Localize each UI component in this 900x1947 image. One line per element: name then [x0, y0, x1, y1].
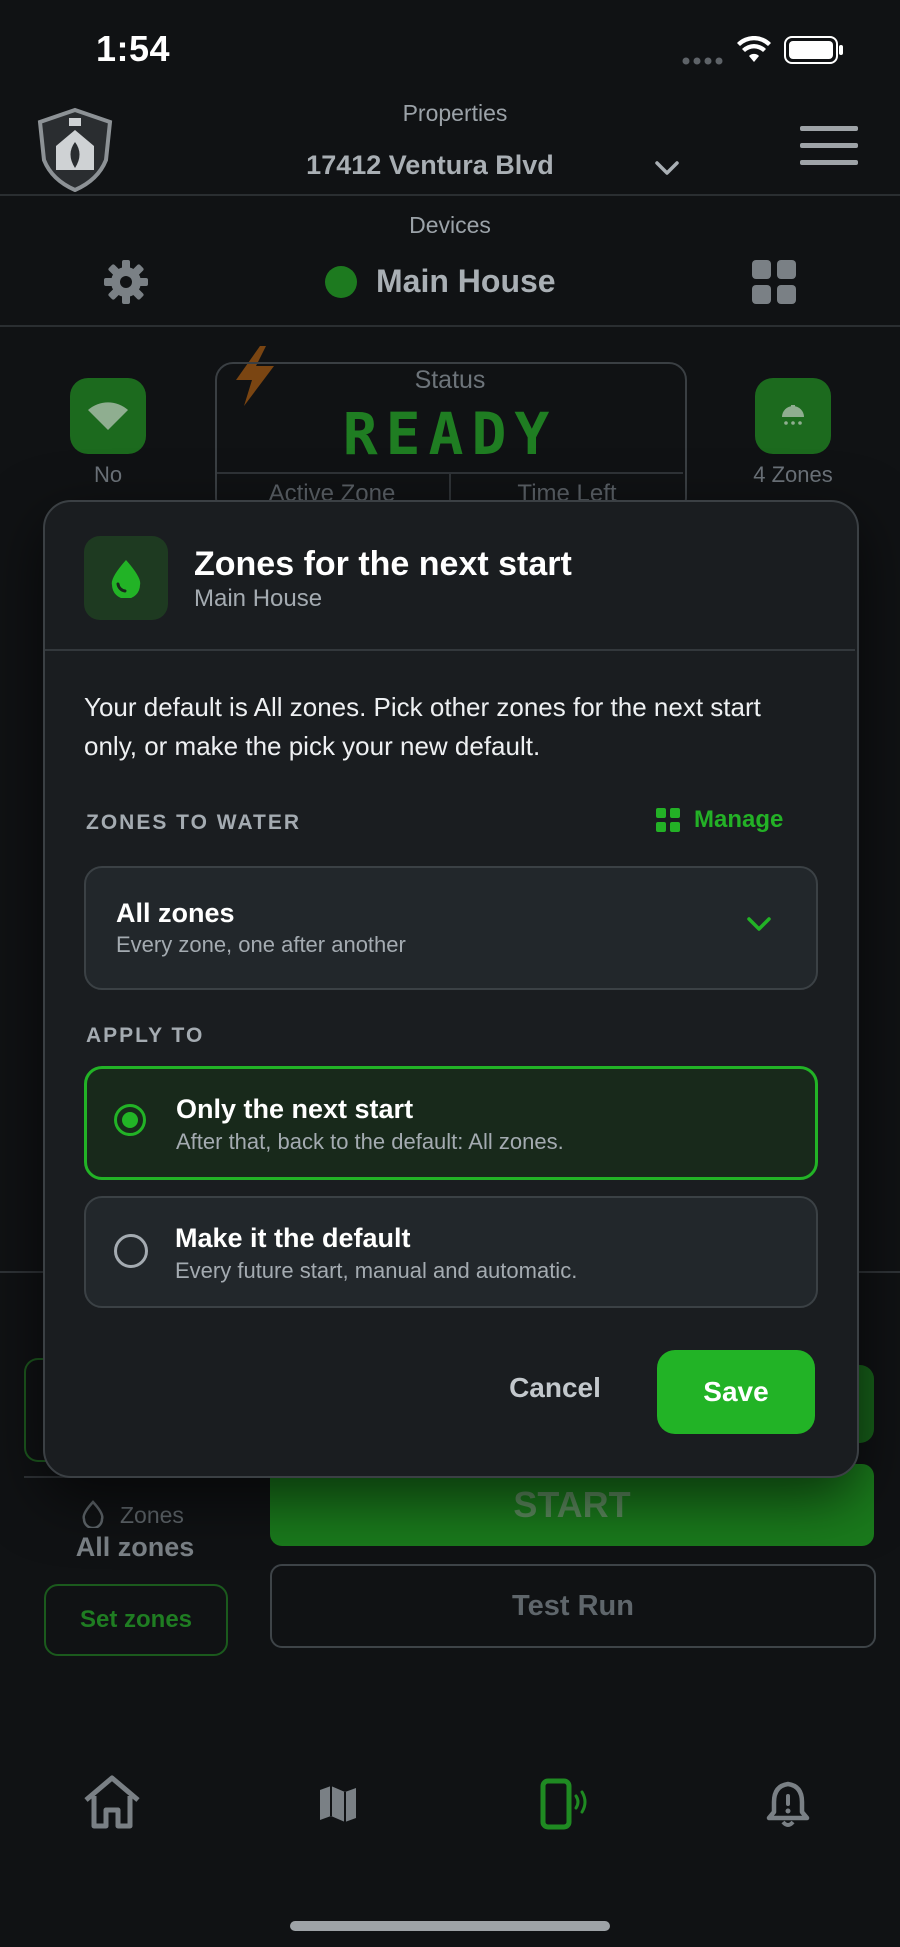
gear-icon[interactable] [102, 258, 150, 306]
alert-bell-icon[interactable] [766, 1780, 810, 1828]
water-drop-icon [111, 560, 141, 598]
grid-icon [656, 808, 680, 832]
zones-select-description: Every zone, one after another [116, 932, 406, 957]
modal-icon-tile [84, 536, 168, 620]
manage-label: Manage [694, 806, 784, 833]
hamburger-menu-icon[interactable] [800, 126, 858, 166]
status-time: 1:54 [96, 28, 171, 69]
cancel-button[interactable]: Cancel [490, 1372, 620, 1412]
zones-tile[interactable] [755, 378, 831, 454]
devices-divider [0, 325, 900, 327]
set-zones-button[interactable]: Set zones [44, 1584, 228, 1656]
radio-unselected[interactable] [114, 1234, 148, 1268]
header-divider [0, 194, 900, 196]
wifi-status-label: No [93, 462, 123, 487]
radio-selected[interactable] [114, 1104, 146, 1136]
modal-divider [45, 649, 855, 651]
zones-to-water-label: ZONES TO WATER [86, 811, 302, 834]
option-make-default-description: Every future start, manual and automatic… [175, 1258, 578, 1283]
devices-label: Devices [409, 212, 491, 238]
option-next-start-description: After that, back to the default: All zon… [176, 1129, 564, 1154]
battery-icon [784, 36, 844, 64]
zones-count-label: 4 Zones [753, 462, 833, 487]
active-zone-label: Active Zone [268, 480, 396, 500]
map-icon[interactable] [318, 1784, 358, 1824]
modal-title: Zones for the next start [194, 545, 572, 583]
status-title: Status [414, 366, 486, 394]
property-selector[interactable]: 17412 Ventura Blvd [280, 150, 580, 181]
device-status-dot [325, 266, 357, 298]
wifi-icon [736, 36, 772, 64]
manage-button[interactable]: Manage [656, 806, 783, 834]
wifi-status-tile[interactable] [70, 378, 146, 454]
home-icon[interactable] [82, 1774, 142, 1830]
zones-small-label: Zones [120, 1502, 184, 1528]
save-button[interactable]: Save [657, 1350, 815, 1434]
modal-description: Your default is All zones. Pick other zo… [84, 692, 761, 761]
sprinkler-icon [782, 405, 804, 425]
device-name[interactable]: Main House [376, 263, 556, 300]
time-left-label: Time Left [517, 480, 617, 500]
grid-icon[interactable] [752, 260, 796, 304]
properties-label: Properties [402, 100, 508, 126]
home-indicator[interactable] [290, 1921, 610, 1931]
test-run-button[interactable]: Test Run [270, 1564, 876, 1648]
zones-value: All zones [75, 1532, 195, 1562]
option-next-start-title: Only the next start [176, 1094, 414, 1124]
wifi-icon [88, 402, 128, 430]
cellular-signal-icon [682, 56, 726, 66]
chevron-down-icon [746, 916, 772, 932]
app-logo-icon [36, 106, 114, 192]
status-value: READY [342, 400, 558, 468]
apply-to-label: APPLY TO [86, 1024, 205, 1047]
chevron-down-icon[interactable] [654, 160, 680, 176]
modal-subtitle: Main House [194, 585, 323, 612]
water-drop-icon [80, 1500, 106, 1528]
option-make-default-title: Make it the default [175, 1223, 411, 1253]
device-icon[interactable] [540, 1778, 588, 1830]
zones-select-value: All zones [116, 898, 235, 928]
